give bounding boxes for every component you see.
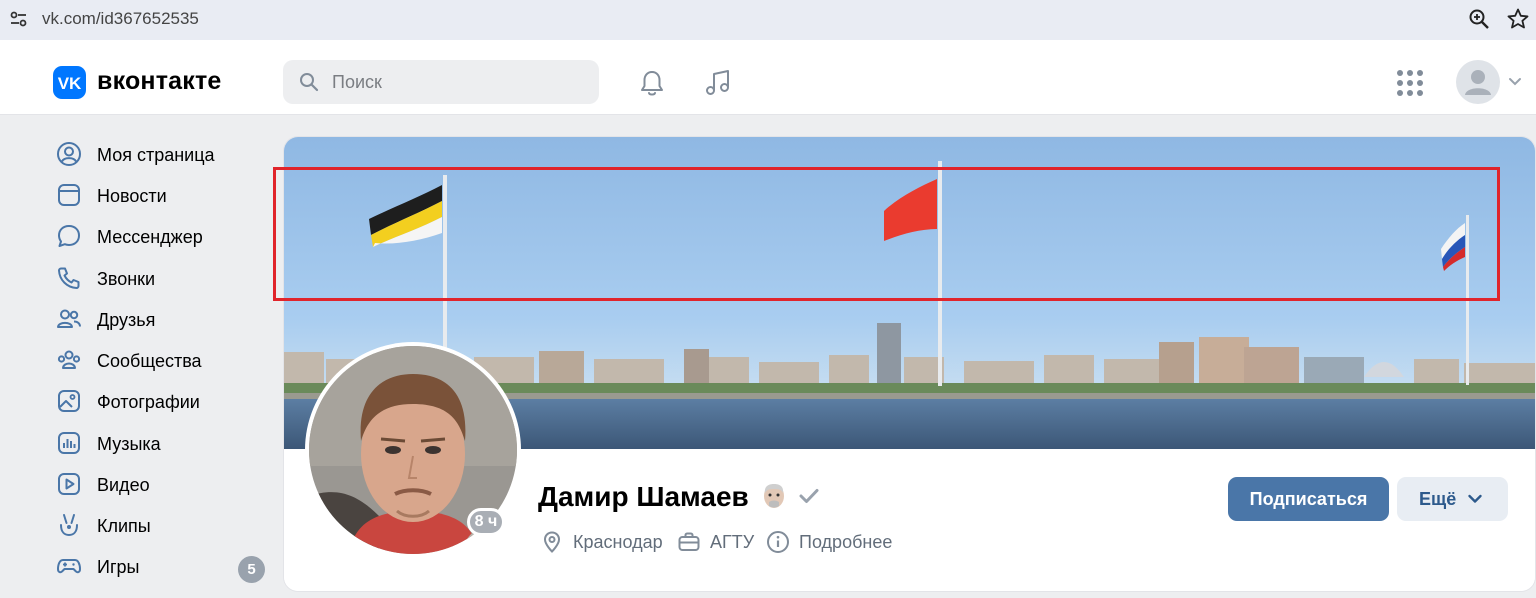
communities-icon xyxy=(57,350,81,369)
video-icon xyxy=(58,473,80,495)
browser-separator xyxy=(0,40,1536,48)
sidebar-item-news[interactable]: Новости xyxy=(56,178,270,208)
phone-icon xyxy=(58,267,80,289)
zoom-icon[interactable] xyxy=(1468,8,1490,30)
sidebar-item-label: Моя страница xyxy=(97,145,215,165)
online-status-badge: 8 ч xyxy=(467,508,505,536)
sidebar-item-label: Сообщества xyxy=(97,351,202,371)
url-text[interactable]: vk.com/id367652535 xyxy=(42,9,199,29)
apps-icon[interactable] xyxy=(1396,69,1424,97)
more-button[interactable]: Ещё xyxy=(1397,477,1508,521)
sidebar-item-label: Звонки xyxy=(97,269,156,289)
site-settings-icon[interactable] xyxy=(8,8,30,30)
search-input[interactable] xyxy=(283,60,599,104)
clips-icon xyxy=(60,514,78,537)
sidebar-item-photos[interactable]: Фотографии xyxy=(56,384,270,414)
profile-university[interactable]: АГТУ xyxy=(677,530,757,554)
music-icon xyxy=(58,432,80,454)
chevron-down-icon[interactable] xyxy=(1508,77,1522,87)
profile-city[interactable]: Краснодар xyxy=(540,530,670,554)
check-icon xyxy=(799,489,819,503)
university-label: АГТУ xyxy=(710,532,755,552)
sidebar-item-games[interactable]: Игры 5 xyxy=(56,549,270,583)
sidebar-item-label: Видео xyxy=(97,475,150,495)
sidebar-item-clips[interactable]: Клипы xyxy=(56,508,270,538)
games-icon xyxy=(57,559,81,574)
photo-icon xyxy=(58,390,80,412)
avatar[interactable] xyxy=(1456,60,1500,104)
games-count-badge: 5 xyxy=(238,556,265,583)
city-label: Краснодар xyxy=(573,532,663,552)
sidebar-item-communities[interactable]: Сообщества xyxy=(56,343,270,373)
message-icon xyxy=(58,225,80,247)
browser-address-bar: vk.com/id367652535 xyxy=(0,0,1536,40)
sidebar-item-friends[interactable]: Друзья xyxy=(56,302,270,332)
vk-header: VK вконтакте xyxy=(0,48,1536,115)
sidebar-item-label: Фотографии xyxy=(97,392,200,412)
profile-name: Дамир Шамаев xyxy=(538,481,749,512)
star-icon[interactable] xyxy=(1506,7,1530,31)
emoji-status-icon[interactable] xyxy=(761,481,787,511)
briefcase-icon xyxy=(678,532,700,551)
music-icon[interactable] xyxy=(703,68,733,98)
user-circle-icon xyxy=(57,142,81,166)
svg-text:VK: VK xyxy=(58,74,82,93)
details-label: Подробнее xyxy=(799,532,893,552)
sidebar-item-label: Игры xyxy=(97,557,140,577)
news-icon xyxy=(58,184,80,206)
info-icon xyxy=(767,531,789,553)
sidebar-item-video[interactable]: Видео xyxy=(56,467,270,497)
bell-icon[interactable] xyxy=(637,68,667,98)
profile-details-link[interactable]: Подробнее xyxy=(766,530,896,554)
sidebar-item-messenger[interactable]: Мессенджер xyxy=(56,219,270,249)
sidebar-item-label: Новости xyxy=(97,186,167,206)
vk-logo-text[interactable]: вконтакте xyxy=(97,67,222,96)
sidebar-item-label: Музыка xyxy=(97,434,161,454)
location-pin-icon xyxy=(543,531,561,553)
sidebar-item-label: Мессенджер xyxy=(97,227,203,247)
friends-icon xyxy=(57,309,81,328)
sidebar-item-music[interactable]: Музыка xyxy=(56,426,270,456)
vk-logo-icon[interactable]: VK xyxy=(53,66,86,99)
sidebar-item-label: Друзья xyxy=(97,310,156,330)
sidebar-item-my-page[interactable]: Моя страница xyxy=(56,137,270,167)
subscribe-button[interactable]: Подписаться xyxy=(1228,477,1389,521)
sidebar-item-label: Клипы xyxy=(97,516,151,536)
sidebar-item-calls[interactable]: Звонки xyxy=(56,261,270,291)
